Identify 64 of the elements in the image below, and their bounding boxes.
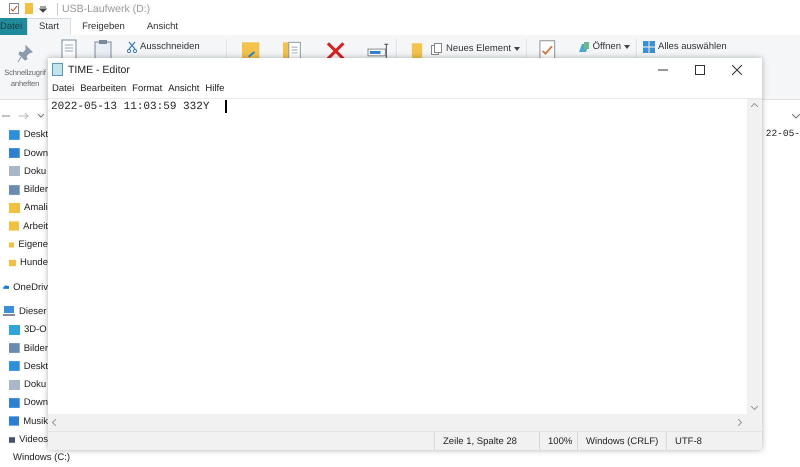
sidebar-item[interactable]: Windows (C:) <box>13 452 70 464</box>
sidebar-item[interactable]: Doku <box>24 379 46 390</box>
new-item-label[interactable]: Neues Element <box>446 43 511 54</box>
ribbon-tab[interactable]: Ansicht <box>136 18 189 35</box>
menu-item[interactable]: Datei <box>52 83 74 96</box>
ribbon-tab[interactable]: Freigeben <box>71 18 136 35</box>
checklist-icon[interactable] <box>9 3 19 14</box>
date-cell: 22-05- <box>766 128 800 139</box>
check-document-icon[interactable] <box>539 38 556 61</box>
sidebar-item[interactable]: Dieser <box>19 306 46 317</box>
sidebar-item[interactable]: Bilder <box>24 184 48 196</box>
sidebar-item[interactable]: Doku <box>24 166 46 177</box>
sidebar-item[interactable]: Musik <box>23 416 48 427</box>
sidebar-item[interactable]: OneDriv <box>13 282 48 293</box>
sidebar-item[interactable]: Down <box>24 397 48 408</box>
clipboard-icon[interactable] <box>94 38 112 61</box>
ribbon-tab[interactable]: Start <box>27 18 72 35</box>
editor-text[interactable]: 2022-05-13 11:03:59 332Y <box>51 100 210 112</box>
window-title: TIME - Editor <box>68 64 130 76</box>
scroll-up-icon[interactable] <box>751 103 758 107</box>
menu-item[interactable]: Format <box>132 83 162 96</box>
delete-icon[interactable] <box>326 40 345 61</box>
computer-icon <box>3 306 15 316</box>
open-label[interactable]: Öffnen <box>592 41 621 52</box>
forward-arrow-icon[interactable] <box>19 112 29 120</box>
scissors-icon[interactable] <box>127 40 137 53</box>
window-title: USB-Laufwerk (D:) <box>57 2 150 15</box>
status-field: 100% <box>539 432 577 450</box>
copy-icon[interactable] <box>61 38 79 61</box>
caret-icon[interactable] <box>624 44 630 49</box>
select-all-label[interactable]: Alles auswählen <box>658 41 727 52</box>
sidebar-item[interactable]: Hunde <box>20 257 48 268</box>
maximize-icon[interactable] <box>695 64 705 74</box>
menu-item[interactable]: Hilfe <box>205 83 224 96</box>
open-icon[interactable] <box>578 40 590 53</box>
sidebar-item[interactable]: Deskt <box>24 360 48 372</box>
chevron-down-icon[interactable] <box>792 114 800 119</box>
sidebar-item[interactable]: Bilder <box>24 342 48 354</box>
menu-item[interactable]: Ansicht <box>168 83 200 96</box>
notepad-icon <box>52 63 63 76</box>
status-field: UTF-8 <box>666 432 746 450</box>
dropdown-icon[interactable] <box>39 4 47 13</box>
menu-item[interactable]: Bearbeiten <box>80 83 126 96</box>
close-icon[interactable] <box>732 64 742 74</box>
status-field: Windows (CRLF) <box>577 432 666 450</box>
cut-label[interactable]: Ausschneiden <box>140 41 200 52</box>
select-all-icon[interactable] <box>643 40 655 53</box>
status-field: Zeile 1, Spalte 28 <box>434 432 539 450</box>
sidebar-item[interactable]: Down <box>24 148 48 159</box>
sidebar-item[interactable]: Amali <box>24 202 48 214</box>
pin-icon[interactable] <box>17 44 33 63</box>
scroll-right-icon[interactable] <box>738 419 742 426</box>
sidebar-item[interactable]: Deskt <box>24 129 48 140</box>
sidebar-item[interactable]: Eigene <box>18 239 48 250</box>
sidebar-item[interactable]: Videos <box>19 434 48 446</box>
scroll-left-icon[interactable] <box>52 419 56 426</box>
text-cursor <box>225 100 228 113</box>
caret-icon[interactable] <box>514 46 520 51</box>
sidebar-item[interactable]: 3D-O <box>24 324 47 336</box>
sidebar-item[interactable]: Arbeit <box>23 220 48 232</box>
new-item-icon[interactable] <box>431 42 444 55</box>
cloud-icon <box>3 283 10 292</box>
scroll-down-icon[interactable] <box>751 406 758 410</box>
chevron-down-icon[interactable] <box>38 114 44 118</box>
